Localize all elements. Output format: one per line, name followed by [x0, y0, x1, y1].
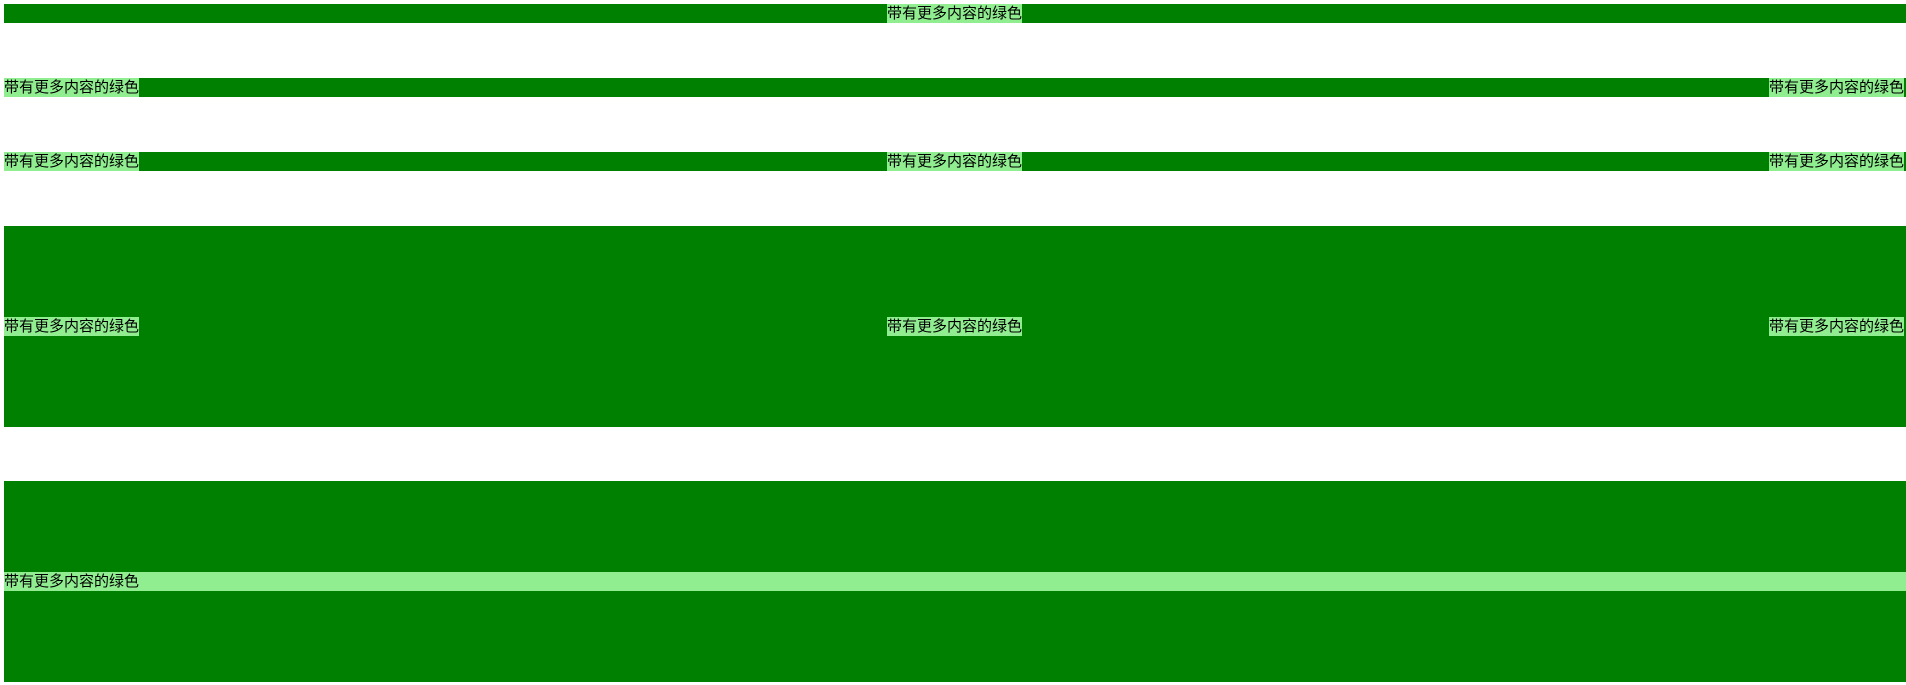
green-item-row-2-right: 带有更多内容的绿色: [1769, 78, 1905, 97]
green-band-row-3: 带有更多内容的绿色 带有更多内容的绿色 带有更多内容的绿色: [4, 152, 1906, 171]
green-item-row-1-center: 带有更多内容的绿色: [887, 4, 1023, 23]
green-item-row-4-right: 带有更多内容的绿色: [1769, 317, 1905, 336]
green-band-row-1: 带有更多内容的绿色: [4, 4, 1906, 23]
green-band-row-2: 带有更多内容的绿色 带有更多内容的绿色: [4, 78, 1906, 97]
green-item-row-3-left: 带有更多内容的绿色: [4, 152, 140, 171]
green-band-row-5: 带有更多内容的绿色: [4, 481, 1906, 682]
green-item-row-4-center: 带有更多内容的绿色: [887, 317, 1023, 336]
green-band-row-4: 带有更多内容的绿色 带有更多内容的绿色 带有更多内容的绿色: [4, 226, 1906, 427]
green-item-row-5-stretched: 带有更多内容的绿色: [4, 572, 1906, 591]
green-item-row-4-left: 带有更多内容的绿色: [4, 317, 140, 336]
green-item-row-3-center: 带有更多内容的绿色: [887, 152, 1023, 171]
green-item-row-2-left: 带有更多内容的绿色: [4, 78, 140, 97]
green-item-row-3-right: 带有更多内容的绿色: [1769, 152, 1905, 171]
